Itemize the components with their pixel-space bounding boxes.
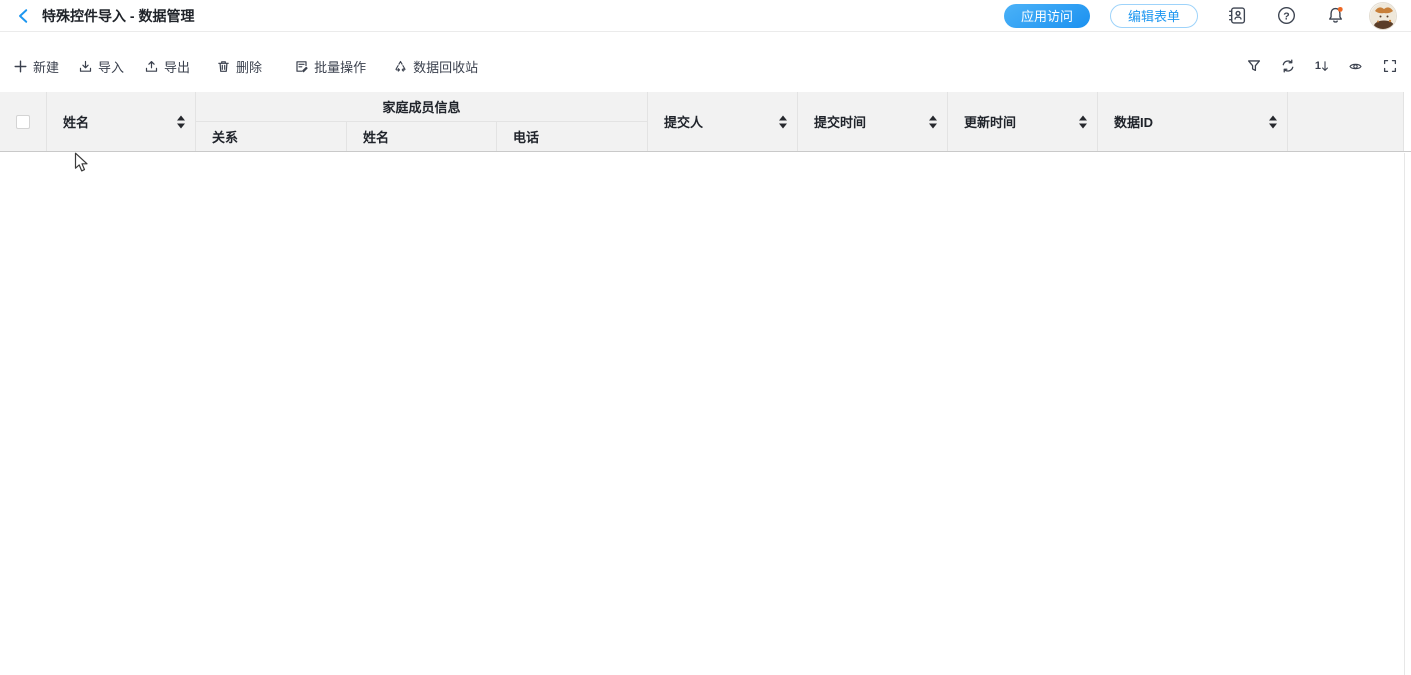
column-header-data-id[interactable]: 数据ID xyxy=(1098,92,1288,151)
sort-toggle-icon[interactable] xyxy=(177,115,185,128)
user-avatar[interactable] xyxy=(1369,2,1397,30)
column-header-phone: 电话 xyxy=(497,122,647,151)
export-icon xyxy=(145,60,158,73)
back-button[interactable] xyxy=(14,6,34,26)
topbar-actions: 应用访问 编辑表单 ? xyxy=(1004,2,1397,30)
new-button[interactable]: 新建 xyxy=(14,57,59,76)
column-header-update-time[interactable]: 更新时间 xyxy=(948,92,1098,151)
select-all-cell xyxy=(0,92,47,151)
data-toolbar: 新建 导入 导出 删除 批量操作 数据回收站 xyxy=(0,32,1411,92)
column-header-member-name: 姓名 xyxy=(347,122,497,151)
batch-operations-button[interactable]: 批量操作 xyxy=(295,57,366,76)
export-button[interactable]: 导出 xyxy=(145,57,190,76)
recycle-bin-button[interactable]: 数据回收站 xyxy=(394,57,478,76)
column-header-submitter[interactable]: 提交人 xyxy=(648,92,798,151)
batch-edit-icon xyxy=(295,60,308,73)
app-access-button[interactable]: 应用访问 xyxy=(1004,4,1090,28)
help-icon[interactable]: ? xyxy=(1277,6,1296,25)
table-body-empty xyxy=(0,153,1404,675)
sort-toggle-icon[interactable] xyxy=(1079,115,1087,128)
notification-dot xyxy=(1338,7,1343,12)
refresh-icon[interactable] xyxy=(1281,59,1295,73)
scrollbar-track[interactable] xyxy=(1404,153,1411,675)
fullscreen-icon[interactable] xyxy=(1383,59,1397,73)
table-view-controls: 1 xyxy=(1247,59,1397,73)
column-group-family-members: 家庭成员信息 关系 姓名 电话 xyxy=(196,92,648,151)
sort-toggle-icon[interactable] xyxy=(779,115,787,128)
sort-toggle-icon[interactable] xyxy=(929,115,937,128)
bell-icon[interactable] xyxy=(1326,6,1345,25)
edit-form-button[interactable]: 编辑表单 xyxy=(1110,4,1198,28)
recycle-icon xyxy=(394,60,407,73)
top-bar: 特殊控件导入 - 数据管理 应用访问 编辑表单 ? xyxy=(0,0,1411,32)
filter-icon[interactable] xyxy=(1247,59,1261,73)
empty-column xyxy=(1288,92,1404,151)
back-chevron-icon xyxy=(16,8,32,24)
help-glyph: ? xyxy=(1283,10,1289,22)
import-button[interactable]: 导入 xyxy=(79,57,124,76)
table-header: 姓名 家庭成员信息 关系 姓名 电话 提交人 提交时间 更新时间 数据ID xyxy=(0,92,1411,152)
column-header-relation: 关系 xyxy=(196,122,347,151)
page-title: 特殊控件导入 - 数据管理 xyxy=(42,6,194,26)
plus-icon xyxy=(14,60,27,73)
sort-numeric-icon[interactable]: 1 xyxy=(1315,61,1328,72)
address-book-icon[interactable] xyxy=(1228,6,1247,25)
eye-icon[interactable] xyxy=(1348,60,1363,73)
column-header-submit-time[interactable]: 提交时间 xyxy=(798,92,948,151)
group-header-label: 家庭成员信息 xyxy=(196,92,647,122)
select-all-checkbox[interactable] xyxy=(16,115,30,129)
scrollbar-gutter xyxy=(1404,92,1411,151)
delete-button[interactable]: 删除 xyxy=(217,57,262,76)
sort-toggle-icon[interactable] xyxy=(1269,115,1277,128)
trash-icon xyxy=(217,60,230,73)
import-icon xyxy=(79,60,92,73)
column-header-name[interactable]: 姓名 xyxy=(47,92,196,151)
